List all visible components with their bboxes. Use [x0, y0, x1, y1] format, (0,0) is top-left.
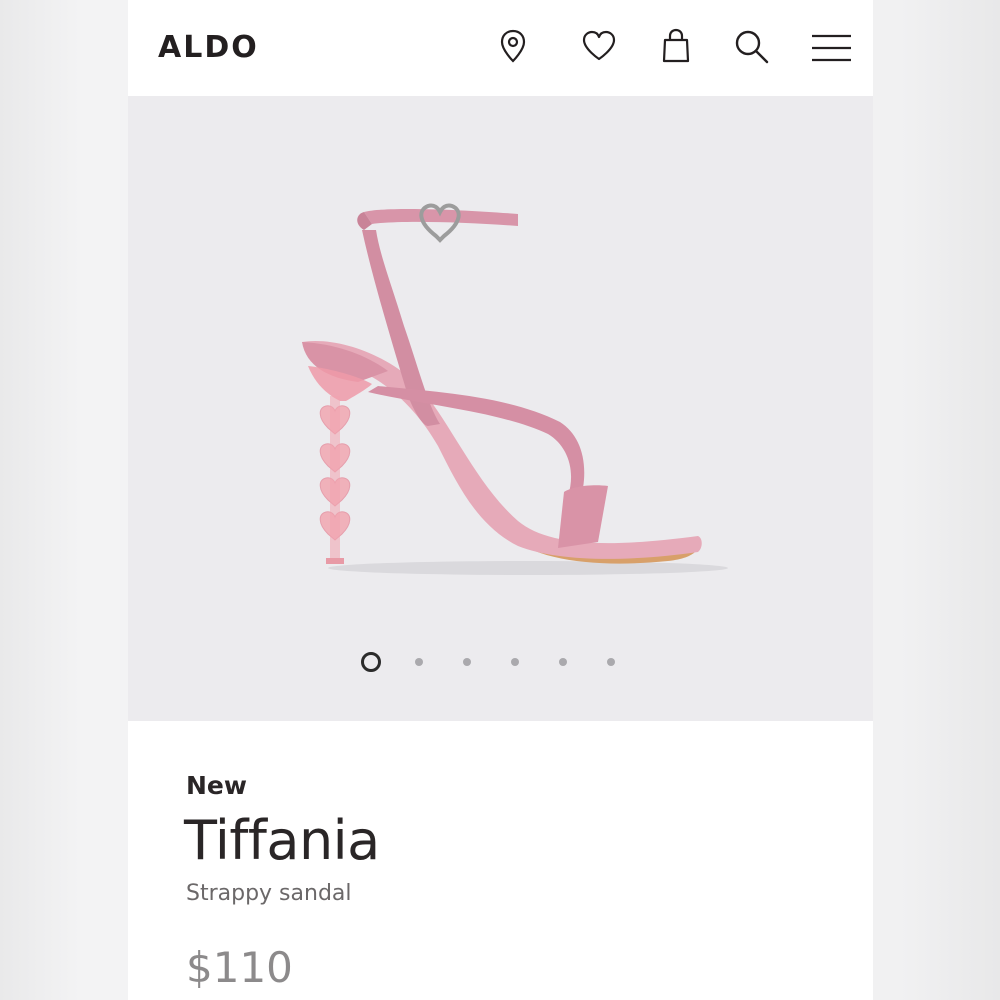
product-info: New Tiffania Strappy sandal $110 — [128, 721, 873, 1000]
shopping-bag-icon — [662, 28, 690, 63]
heart-icon — [582, 30, 616, 61]
new-badge: New — [186, 771, 247, 800]
wishlist-button[interactable] — [579, 26, 619, 66]
store-locator-button[interactable] — [493, 26, 533, 66]
aldo-logo[interactable]: ALDO — [158, 30, 259, 66]
product-subtitle: Strappy sandal — [186, 881, 352, 906]
gallery-dot-6[interactable] — [607, 658, 615, 666]
gallery-pagination — [361, 652, 641, 672]
product-image-tiffania-sandal — [302, 203, 728, 575]
gallery-dot-2[interactable] — [415, 658, 423, 666]
gallery-dot-4[interactable] — [511, 658, 519, 666]
product-page: ALDO New Tiffania Strappy sandal $110 — [128, 0, 873, 1000]
product-name: Tiffania — [184, 809, 380, 872]
gallery-dot-3[interactable] — [463, 658, 471, 666]
search-icon — [735, 30, 769, 64]
gallery-dot-5[interactable] — [559, 658, 567, 666]
site-header: ALDO — [128, 0, 873, 96]
menu-icon — [812, 34, 851, 62]
product-image-gallery[interactable] — [128, 96, 873, 721]
menu-button[interactable] — [811, 26, 851, 66]
gallery-dot-1[interactable] — [361, 652, 381, 672]
product-price: $110 — [186, 943, 293, 992]
search-button[interactable] — [731, 26, 771, 66]
cart-button[interactable] — [656, 26, 696, 66]
location-pin-icon — [500, 29, 526, 63]
